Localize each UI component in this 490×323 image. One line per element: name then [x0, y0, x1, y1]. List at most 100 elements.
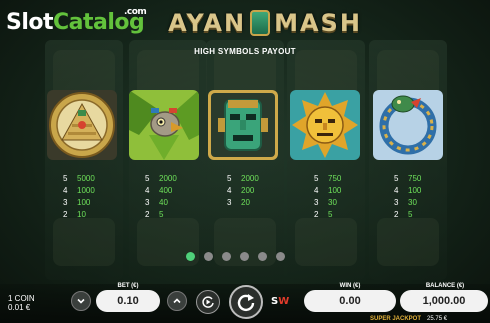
payout-amount: 5	[328, 210, 333, 219]
mask-icon	[250, 10, 271, 36]
payout-row: 4 100	[394, 185, 454, 197]
symbol-count: 4	[394, 186, 399, 195]
symbol-count: 2	[145, 210, 150, 219]
payout-row: 25	[145, 209, 205, 221]
symbol-count: 4	[63, 186, 68, 195]
jade-mask-icon	[208, 90, 278, 160]
symbol-count: 5	[145, 174, 150, 183]
page-dot[interactable]	[186, 252, 195, 261]
symbol-count: 4	[145, 186, 150, 195]
symbol-count: 2	[314, 210, 319, 219]
super-jackpot: SUPER JACKPOT 25.75 €	[370, 316, 448, 322]
serpent-ring-icon	[373, 90, 443, 160]
payout-row: 4 1000	[63, 185, 123, 197]
payout-amount: 2000	[241, 174, 259, 183]
page-dot[interactable]	[204, 252, 213, 261]
autoplay-icon	[202, 296, 214, 308]
payout-row: 4 400	[145, 185, 205, 197]
logo-text-right: MASH	[274, 9, 362, 37]
payout-row: 5 2000	[227, 173, 287, 185]
symbol-count: 2	[394, 210, 399, 219]
payout-row: 3 40	[145, 197, 205, 209]
payout-amount: 200	[241, 186, 255, 195]
win-field: 0.00	[304, 290, 396, 312]
payout-amount: 750	[328, 174, 342, 183]
bird-mask-icon	[129, 90, 199, 160]
payout-amount: 750	[408, 174, 422, 183]
symbol-count: 5	[227, 174, 232, 183]
paytable-bird-mask: 5 2000 4 400 3 40 2 5	[145, 173, 205, 221]
paytable-jade-mask: 5 2000 4 200 3 20	[227, 173, 287, 209]
reel-ghost-symbol	[377, 218, 439, 266]
reel-ghost-symbol	[53, 218, 115, 266]
payout-amount: 30	[328, 198, 337, 207]
page-dot[interactable]	[276, 252, 285, 261]
symbol-count: 3	[314, 198, 319, 207]
paytable-sun-face: 5 750 4 100 3 30 2 5	[314, 173, 374, 221]
chevron-down-icon	[77, 298, 85, 304]
coin-value: 0.01 €	[8, 303, 31, 312]
payout-amount: 100	[408, 186, 422, 195]
payout-row: 5 2000	[145, 173, 205, 185]
paytable-pyramid: 5 5000 4 1000 3 100 2 10	[63, 173, 123, 221]
game-logo: AYAN MASH	[160, 8, 370, 38]
reel-ghost-symbol	[295, 218, 357, 266]
page-dot[interactable]	[240, 252, 249, 261]
brand-logo: SW	[271, 295, 290, 307]
payout-row: 5 5000	[63, 173, 123, 185]
payout-row: 4 100	[314, 185, 374, 197]
symbol-count: 3	[394, 198, 399, 207]
payout-row: 25	[314, 209, 374, 221]
payout-amount: 2000	[159, 174, 177, 183]
sun-face-icon	[290, 90, 360, 160]
symbol-count: 4	[314, 186, 319, 195]
symbol-count: 5	[394, 174, 399, 183]
logo-text-left: AYAN	[168, 9, 247, 37]
payout-amount: 5	[159, 210, 164, 219]
symbol-count: 3	[145, 198, 150, 207]
coin-label: 1 COIN	[8, 294, 35, 303]
slotcatalog-watermark: SlotCatalog .com	[6, 7, 147, 35]
symbol-count: 3	[227, 198, 232, 207]
bet-decrease-button[interactable]	[71, 291, 91, 311]
payout-amount: 30	[408, 198, 417, 207]
payout-amount: 5000	[77, 174, 95, 183]
payout-row: 25	[394, 209, 454, 221]
payout-amount: 5	[408, 210, 413, 219]
payout-row: 3 20	[227, 197, 287, 209]
chevron-up-icon	[173, 298, 181, 304]
payout-amount: 400	[159, 186, 173, 195]
autoplay-button[interactable]	[196, 290, 220, 314]
symbol-count: 5	[63, 174, 68, 183]
payout-row: 4 200	[227, 185, 287, 197]
page-title: HIGH SYMBOLS PAYOUT	[194, 47, 296, 56]
paytable-serpent-ring: 5 750 4 100 3 30 2 5	[394, 173, 454, 221]
page-indicator	[186, 252, 285, 261]
payout-amount: 10	[77, 210, 86, 219]
payout-amount: 40	[159, 198, 168, 207]
payout-row: 3 30	[394, 197, 454, 209]
payout-row: 5 750	[394, 173, 454, 185]
symbol-count: 5	[314, 174, 319, 183]
symbol-count: 4	[227, 186, 232, 195]
payout-row: 3 100	[63, 197, 123, 209]
bet-field[interactable]: 0.10	[96, 290, 160, 312]
page-dot[interactable]	[258, 252, 267, 261]
pyramid-icon	[47, 90, 117, 160]
win-label: WIN (€)	[339, 283, 361, 289]
symbol-count: 3	[63, 198, 68, 207]
bet-label: BET (€)	[117, 283, 139, 289]
spin-button[interactable]	[229, 285, 263, 319]
payout-amount: 100	[77, 198, 91, 207]
payout-amount: 20	[241, 198, 250, 207]
symbol-count: 2	[63, 210, 68, 219]
payout-row: 2 10	[63, 209, 123, 221]
balance-label: BALANCE (€)	[425, 283, 465, 289]
payout-row: 3 30	[314, 197, 374, 209]
page-dot[interactable]	[222, 252, 231, 261]
balance-field: 1,000.00	[400, 290, 488, 312]
payout-row: 5 750	[314, 173, 374, 185]
payout-amount: 100	[328, 186, 342, 195]
bet-increase-button[interactable]	[167, 291, 187, 311]
payout-amount: 1000	[77, 186, 95, 195]
